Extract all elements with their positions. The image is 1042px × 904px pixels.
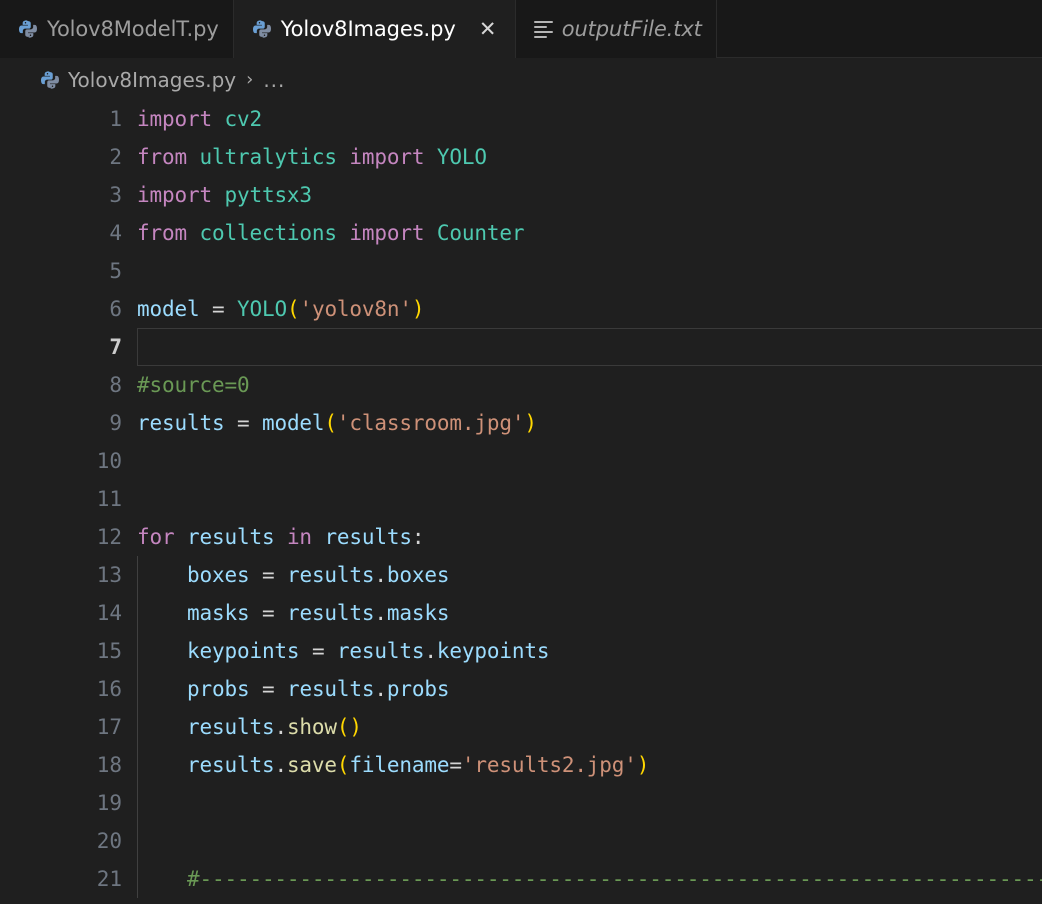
code-text: for results in results: bbox=[137, 525, 425, 549]
code-text: probs = results.probs bbox=[186, 677, 450, 701]
code-line[interactable]: 21 #------------------------------------… bbox=[0, 860, 1042, 898]
editor-tab-yolov8images-py[interactable]: Yolov8Images.py ✕ bbox=[233, 0, 516, 58]
code-text: #---------------------------------------… bbox=[186, 867, 1042, 891]
line-number: 16 bbox=[96, 677, 122, 701]
line-number: 18 bbox=[96, 753, 122, 777]
close-icon[interactable]: ✕ bbox=[475, 16, 501, 42]
python-icon bbox=[252, 19, 272, 39]
tab-label: Yolov8Images.py bbox=[280, 17, 456, 41]
code-line[interactable]: 3 import pyttsx3 bbox=[0, 176, 1042, 214]
code-line[interactable]: 11 bbox=[0, 480, 1042, 518]
python-icon bbox=[40, 70, 60, 90]
code-line[interactable]: 10 bbox=[0, 442, 1042, 480]
line-number: 1 bbox=[109, 107, 122, 131]
line-number: 17 bbox=[96, 715, 122, 739]
text-file-icon bbox=[533, 20, 553, 39]
editor-tab-outputfile-txt[interactable]: outputFile.txt bbox=[515, 0, 717, 58]
code-line[interactable]: 5 bbox=[0, 252, 1042, 290]
line-number: 21 bbox=[96, 867, 122, 891]
code-text: results.save(filename='results2.jpg') bbox=[186, 753, 650, 777]
breadcrumb-overflow[interactable]: ... bbox=[263, 68, 285, 92]
editor-tab-yolov8modelt-py[interactable]: Yolov8ModelT.py bbox=[0, 0, 234, 58]
code-text: model = YOLO('yolov8n') bbox=[137, 297, 425, 321]
code-text: from ultralytics import YOLO bbox=[137, 145, 487, 169]
code-line[interactable]: 20 bbox=[0, 822, 1042, 860]
code-text: import cv2 bbox=[137, 107, 262, 131]
line-number: 6 bbox=[109, 297, 122, 321]
indent-guide bbox=[137, 556, 138, 898]
line-number: 3 bbox=[109, 183, 122, 207]
code-line[interactable]: 15 keypoints = results.keypoints bbox=[0, 632, 1042, 670]
code-text: results = model('classroom.jpg') bbox=[137, 411, 537, 435]
code-text: import pyttsx3 bbox=[137, 183, 312, 207]
code-text: #source=0 bbox=[137, 373, 250, 397]
breadcrumb-file[interactable]: Yolov8Images.py bbox=[68, 68, 236, 92]
line-number: 8 bbox=[109, 373, 122, 397]
python-icon bbox=[18, 19, 38, 39]
code-line[interactable]: 8 #source=0 bbox=[0, 366, 1042, 404]
line-number: 10 bbox=[96, 449, 122, 473]
editor-tab-bar: Yolov8ModelT.py Yolov8Images.py ✕ outputFil… bbox=[0, 0, 1042, 58]
code-line[interactable]: 16 probs = results.probs bbox=[0, 670, 1042, 708]
line-number: 19 bbox=[96, 791, 122, 815]
line-number: 20 bbox=[96, 829, 122, 853]
code-line[interactable]: 1 import cv2 bbox=[0, 100, 1042, 138]
line-number: 12 bbox=[96, 525, 122, 549]
code-text: keypoints = results.keypoints bbox=[186, 639, 550, 663]
line-number: 13 bbox=[96, 563, 122, 587]
code-line[interactable]: 6 model = YOLO('yolov8n') bbox=[0, 290, 1042, 328]
code-text: boxes = results.boxes bbox=[186, 563, 450, 587]
breadcrumb: Yolov8Images.py › ... bbox=[0, 59, 1042, 100]
code-line[interactable]: 9 results = model('classroom.jpg') bbox=[0, 404, 1042, 442]
code-line[interactable]: 19 bbox=[0, 784, 1042, 822]
line-number: 9 bbox=[109, 411, 122, 435]
code-line[interactable]: 17 results.show() bbox=[0, 708, 1042, 746]
code-line[interactable]: 13 boxes = results.boxes bbox=[0, 556, 1042, 594]
line-number: 2 bbox=[109, 145, 122, 169]
code-text: from collections import Counter bbox=[137, 221, 525, 245]
tab-bar-empty-space bbox=[716, 0, 1042, 57]
line-number: 11 bbox=[96, 487, 122, 511]
tab-label: Yolov8ModelT.py bbox=[47, 17, 219, 41]
code-text: masks = results.masks bbox=[186, 601, 450, 625]
code-line[interactable]: 4 from collections import Counter bbox=[0, 214, 1042, 252]
code-line[interactable]: 2 from ultralytics import YOLO bbox=[0, 138, 1042, 176]
code-line[interactable]: 14 masks = results.masks bbox=[0, 594, 1042, 632]
code-line[interactable]: 12 for results in results: bbox=[0, 518, 1042, 556]
code-line[interactable]: 7 bbox=[0, 328, 1042, 366]
code-text: results.show() bbox=[186, 715, 362, 739]
code-editor[interactable]: 1 import cv2 2 from ultralytics import YOLO… bbox=[0, 100, 1042, 904]
chevron-right-icon: › bbox=[246, 69, 254, 90]
line-number: 5 bbox=[109, 259, 122, 283]
code-line[interactable]: 18 results.save(filename='results2.jpg') bbox=[0, 746, 1042, 784]
line-number: 14 bbox=[96, 601, 122, 625]
tab-label: outputFile.txt bbox=[561, 17, 702, 41]
line-number: 7 bbox=[109, 335, 122, 359]
line-number: 15 bbox=[96, 639, 122, 663]
line-number: 4 bbox=[109, 221, 122, 245]
